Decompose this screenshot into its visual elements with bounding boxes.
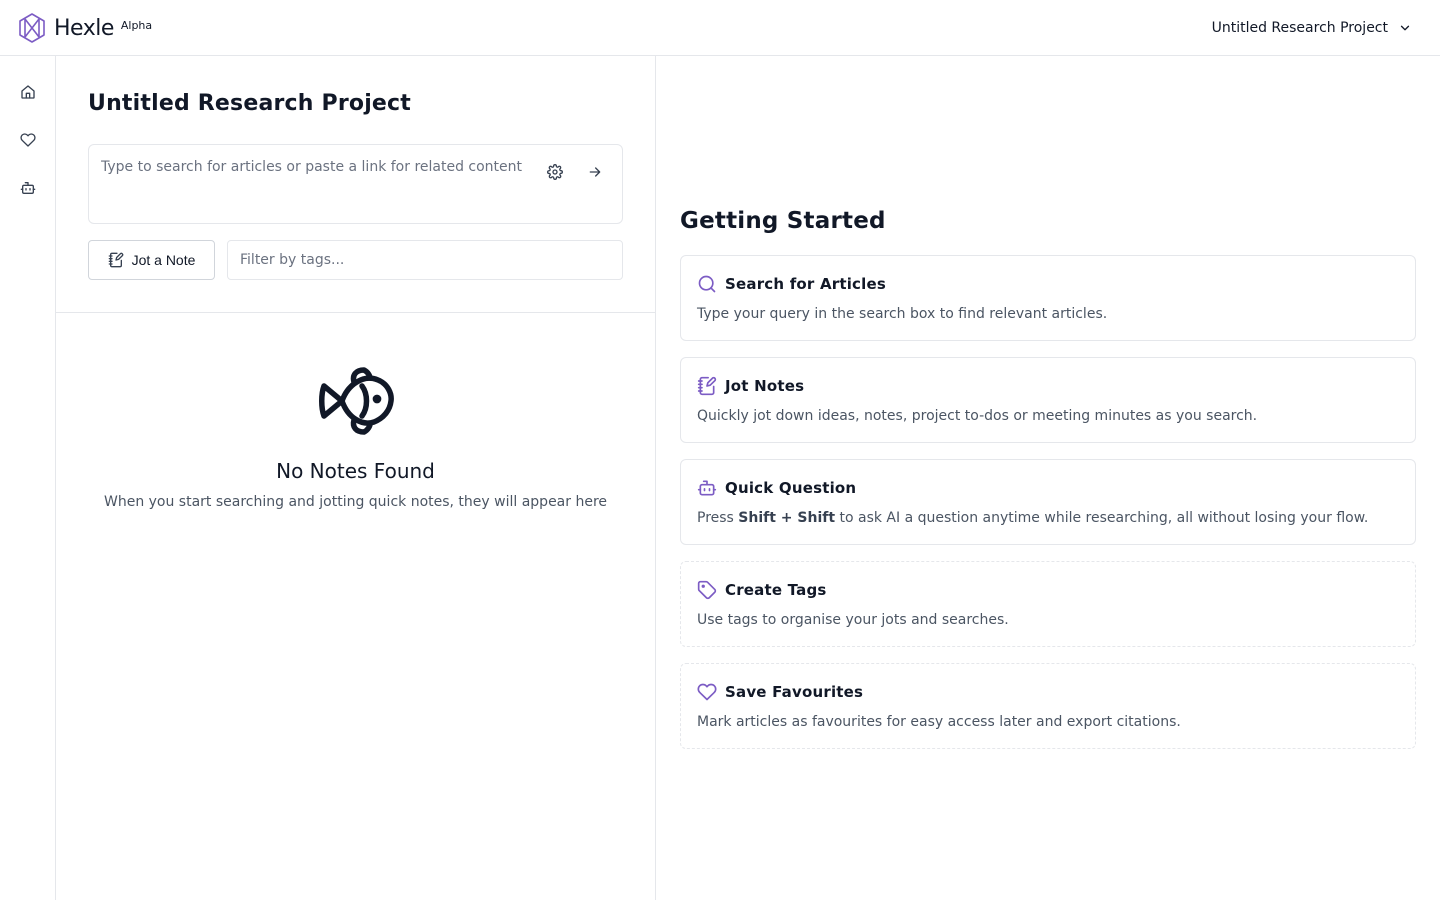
hexle-logo-icon	[19, 13, 45, 43]
notebook-pen-icon	[697, 376, 717, 396]
arrow-right-icon	[589, 167, 601, 177]
getting-started-title: Getting Started	[680, 208, 886, 234]
getting-started-panel: Getting Started Search for Articles Type…	[656, 56, 1440, 900]
notebook-pen-icon	[108, 252, 123, 268]
project-selector[interactable]: Untitled Research Project	[1212, 16, 1412, 40]
project-selector-label: Untitled Research Project	[1211, 20, 1388, 36]
rail-item-ai-assistant[interactable]	[18, 178, 38, 198]
page-title: Untitled Research Project	[88, 91, 412, 116]
desc-suffix: to ask AI a question anytime while resea…	[835, 510, 1369, 526]
card-description: Quickly jot down ideas, notes, project t…	[697, 408, 1258, 424]
card-description: Use tags to organise your jots and searc…	[697, 612, 1009, 628]
card-title: Quick Question	[725, 479, 857, 497]
tag-icon	[697, 580, 717, 600]
card-create-tags: Create Tags Use tags to organise your jo…	[680, 561, 1416, 647]
notes-panel: Untitled Research Project Jot a Note No …	[56, 56, 656, 900]
search-box	[88, 144, 623, 224]
app-name: Hexle	[54, 15, 114, 41]
search-input[interactable]	[101, 157, 531, 213]
empty-state-description: When you start searching and jotting qui…	[103, 494, 608, 510]
fish-icon	[319, 367, 394, 435]
rail-item-favourites[interactable]	[18, 130, 38, 150]
shortcut-keys: Shift + Shift	[738, 510, 836, 526]
card-description: Mark articles as favourites for easy acc…	[697, 714, 1181, 730]
bot-icon	[20, 182, 36, 194]
empty-state-title: No Notes Found	[276, 459, 435, 483]
search-settings-button[interactable]	[541, 158, 569, 186]
alpha-badge: Alpha	[120, 18, 153, 32]
home-icon	[21, 85, 35, 99]
card-save-favourites: Save Favourites Mark articles as favouri…	[680, 663, 1416, 749]
tag-filter-input[interactable]	[227, 240, 623, 280]
card-quick-question: Quick Question Press Shift + Shift to as…	[680, 459, 1416, 545]
gear-icon	[547, 164, 563, 180]
chevron-down-icon	[1400, 25, 1410, 31]
card-title: Create Tags	[725, 581, 827, 599]
card-description: Type your query in the search box to fin…	[697, 306, 1108, 322]
card-title: Save Favourites	[725, 683, 864, 701]
heart-icon	[697, 683, 717, 701]
heart-icon	[20, 133, 36, 147]
card-title: Search for Articles	[725, 275, 886, 293]
divider	[56, 312, 655, 313]
card-jot-notes: Jot Notes Quickly jot down ideas, notes,…	[680, 357, 1416, 443]
card-description: Press Shift + Shift to ask AI a question…	[697, 510, 1368, 526]
search-submit-button[interactable]	[581, 158, 609, 186]
app-logo[interactable]: Hexle Alpha	[16, 12, 152, 44]
search-icon	[698, 275, 716, 293]
card-title: Jot Notes	[725, 377, 805, 395]
bot-icon	[697, 480, 717, 496]
jot-note-label: Jot a Note	[131, 252, 196, 268]
desc-prefix: Press	[697, 510, 739, 526]
side-rail	[0, 56, 56, 900]
card-search-for-articles: Search for Articles Type your query in t…	[680, 255, 1416, 341]
top-bar: Hexle Alpha Untitled Research Project	[0, 0, 1440, 56]
jot-note-button[interactable]: Jot a Note	[88, 240, 215, 280]
rail-item-home[interactable]	[18, 82, 38, 102]
